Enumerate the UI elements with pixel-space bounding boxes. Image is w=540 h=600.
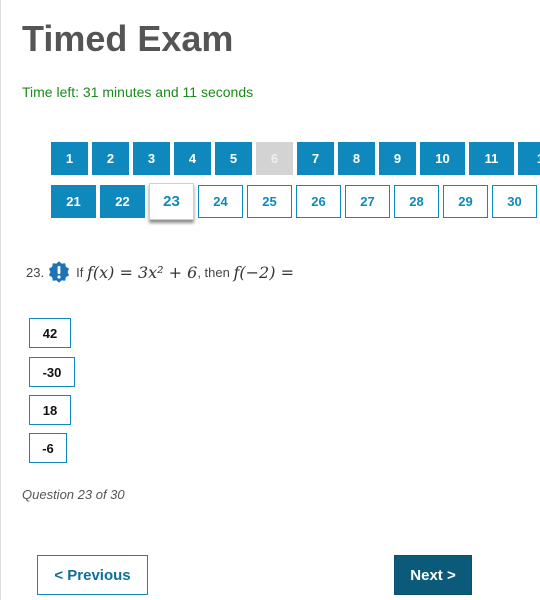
exclamation-badge-icon xyxy=(48,261,70,283)
question-nav-button[interactable]: 28 xyxy=(394,185,439,218)
question-middle: , then xyxy=(197,264,230,280)
next-button[interactable]: Next > xyxy=(394,555,472,595)
question-nav-button[interactable]: 9 xyxy=(379,142,416,175)
question-nav-row-1: 12345678910111 xyxy=(51,142,540,175)
page-title: Timed Exam xyxy=(22,18,234,59)
previous-button[interactable]: < Previous xyxy=(37,555,148,595)
question-nav-button[interactable]: 2 xyxy=(92,142,129,175)
question-nav-button[interactable]: 24 xyxy=(198,185,243,218)
question-nav-button[interactable]: 21 xyxy=(51,185,96,218)
query-expression: f(−2) = xyxy=(233,262,294,282)
question-prompt: 23. If f(x) = 3x² + 6 , then f(−2) = xyxy=(26,261,294,283)
question-nav-button[interactable]: 10 xyxy=(420,142,465,175)
question-nav-button[interactable]: 4 xyxy=(174,142,211,175)
question-nav-button[interactable]: 23 xyxy=(149,183,194,220)
question-nav-button: 6 xyxy=(256,142,293,175)
answer-choice-2[interactable]: -30 xyxy=(29,357,75,387)
question-nav-button[interactable]: 27 xyxy=(345,185,390,218)
question-nav-button[interactable]: 25 xyxy=(247,185,292,218)
answer-choice-4[interactable]: -6 xyxy=(29,433,67,463)
question-nav-button[interactable]: 7 xyxy=(297,142,334,175)
question-nav-button[interactable]: 3 xyxy=(133,142,170,175)
left-border xyxy=(0,0,1,600)
question-nav-button[interactable]: 5 xyxy=(215,142,252,175)
question-prefix: If xyxy=(76,264,84,280)
question-nav-button[interactable]: 26 xyxy=(296,185,341,218)
question-nav-button[interactable]: 11 xyxy=(469,142,514,175)
timer-text: Time left: 31 minutes and 11 seconds xyxy=(22,84,254,100)
question-nav-button[interactable]: 1 xyxy=(51,142,88,175)
question-nav-button[interactable]: 8 xyxy=(338,142,375,175)
question-nav-row-2: 21 22 23 24 25 26 27 28 29 30 xyxy=(51,183,540,220)
question-progress: Question 23 of 30 xyxy=(22,487,125,502)
answer-choice-1[interactable]: 42 xyxy=(29,318,71,348)
question-nav-button[interactable]: 1 xyxy=(518,142,540,175)
question-nav-button[interactable]: 29 xyxy=(443,185,488,218)
question-number: 23. xyxy=(26,264,45,280)
question-nav-button[interactable]: 30 xyxy=(492,185,537,218)
function-expression: f(x) = 3x² + 6 xyxy=(86,262,198,282)
question-nav-button[interactable]: 22 xyxy=(100,185,145,218)
answer-choice-3[interactable]: 18 xyxy=(29,395,71,425)
